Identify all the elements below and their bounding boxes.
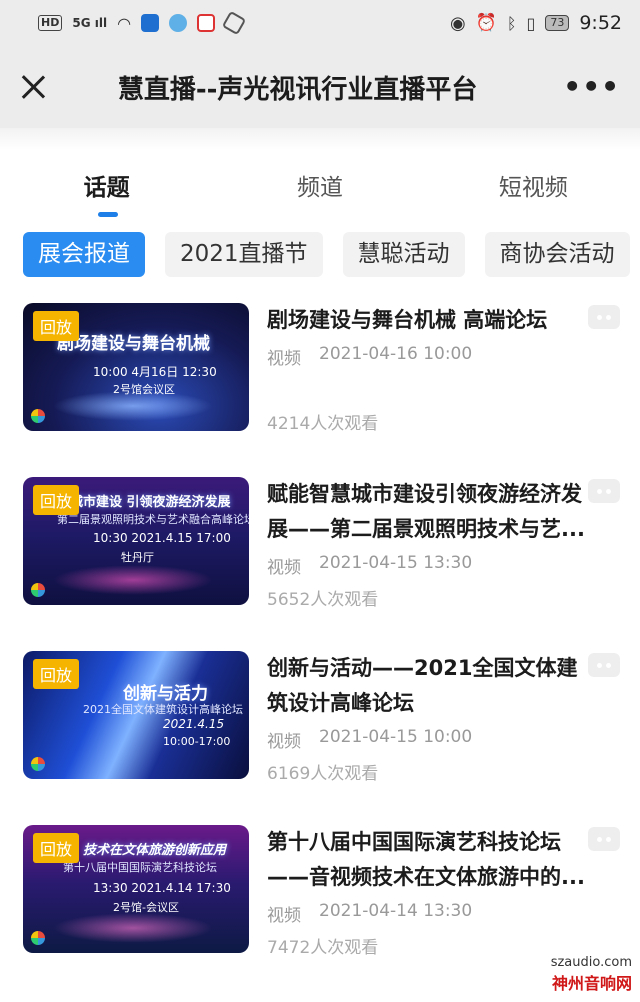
item-menu-button[interactable] [588,653,620,677]
replay-badge: 回放 [33,833,80,863]
app-icon [221,10,247,36]
watermark: szaudio.com 神州音响网 [551,955,632,994]
item-meta: 视频 2021-04-15 10:00 [267,727,590,752]
video-thumbnail[interactable]: 技术在文体旅游创新应用 第十八届中国国际演艺科技论坛 13:30 2021.4.… [23,825,249,953]
item-datetime: 2021-04-15 13:30 [319,553,473,573]
chip-expo-reports[interactable]: 展会报道 [23,232,145,277]
chip-2021-live-festival[interactable]: 2021直播节 [165,232,323,277]
eye-icon: ◉ [450,12,466,34]
item-title[interactable]: 第十八届中国国际演艺科技论坛——音视频技术在文体旅游中的... [267,825,590,895]
thumbnail-headline: 剧场建设与舞台机械 [57,334,210,354]
thumbnail-date: 2021.4.15 [163,717,225,731]
thumbnail-venue: 牡丹厅 [121,551,154,564]
item-menu-button[interactable] [588,305,620,329]
brand-logo [31,757,45,771]
clock: 9:52 [579,12,622,34]
item-views: 7472人次观看 [267,938,379,958]
alarm-icon: ⏰ [475,13,497,33]
more-options-button[interactable]: ••• [563,73,620,101]
tab-short-videos[interactable]: 短视频 [427,168,640,202]
item-info: 赋能智慧城市建设引领夜游经济发展——第二届景观照明技术与艺... 视频 2021… [249,477,640,651]
tab-topics[interactable]: 话题 [0,168,213,202]
thumbnail-venue: 2号馆-会议区 [113,901,179,914]
page-title: 慧直播--声光视讯行业直播平台 [117,74,478,105]
status-right: ◉ ⏰ ᛒ ▯ 73 9:52 [450,12,622,34]
thumbnail-stage-light [53,913,213,943]
item-title[interactable]: 赋能智慧城市建设引领夜游经济发展——第二届景观照明技术与艺... [267,477,590,547]
replay-badge: 回放 [33,659,80,689]
status-bar: HD 5G ıll ◠ ◉ ⏰ ᛒ ▯ 73 9:52 [0,0,640,46]
network-label: 5G [72,16,91,30]
brand-logo [31,931,45,945]
category-chips: 展会报道 2021直播节 慧聪活动 商协会活动 [0,232,640,277]
list-item[interactable]: 剧场建设与舞台机械 10:00 4月16日 12:30 2号馆会议区 回放 剧场… [0,303,640,477]
thumbnail-subtitle: 第二届景观照明技术与艺术融合高峰论坛 [57,513,249,526]
signal-bars: ıll [94,16,108,30]
item-title[interactable]: 创新与活动——2021全国文体建筑设计高峰论坛 [267,651,590,721]
thumbnail-venue: 2号馆会议区 [113,383,175,396]
item-datetime: 2021-04-14 13:30 [319,901,473,921]
chip-association-events[interactable]: 商协会活动 [484,232,630,277]
item-views: 6169人次观看 [267,764,379,784]
app-icon [197,14,216,32]
status-left: HD 5G ıll ◠ [38,10,247,36]
tab-channels[interactable]: 频道 [213,168,426,202]
item-category: 视频 [267,906,301,926]
vibrate-icon: ▯ [526,13,536,33]
video-thumbnail[interactable]: 剧场建设与舞台机械 10:00 4月16日 12:30 2号馆会议区 回放 [23,303,249,431]
hd-icon: HD [38,15,63,31]
app-icon [141,14,160,32]
watermark-name: 神州音响网 [551,974,632,993]
thumbnail-date: 10:00 4月16日 12:30 [93,365,217,379]
item-meta: 视频 2021-04-15 13:30 [267,553,590,578]
close-icon[interactable] [20,73,48,101]
app-icon [169,14,188,32]
thumbnail-headline: 慧城市建设 引领夜游经济发展 [57,495,231,510]
thumbnail-date: 13:30 2021.4.14 17:30 [93,881,231,895]
thumbnail-subtitle: 第十八届中国国际演艺科技论坛 [63,861,217,874]
list-item[interactable]: 技术在文体旅游创新应用 第十八届中国国际演艺科技论坛 13:30 2021.4.… [0,825,640,999]
video-thumbnail[interactable]: 创新与活力 2021全国文体建筑设计高峰论坛 2021.4.15 10:00-1… [23,651,249,779]
list-item[interactable]: 慧城市建设 引领夜游经济发展 第二届景观照明技术与艺术融合高峰论坛 10:30 … [0,477,640,651]
battery-icon: 73 [545,15,570,31]
item-category: 视频 [267,732,301,752]
thumbnail-subtitle: 2021全国文体建筑设计高峰论坛 [83,703,243,716]
signal-icon: 5G ıll [72,16,107,30]
item-menu-button[interactable] [588,479,620,503]
replay-badge: 回放 [33,485,80,515]
replay-badge: 回放 [33,311,80,341]
watermark-url: szaudio.com [550,955,632,970]
thumbnail-venue: 10:00-17:00 [163,735,231,748]
tab-bar: 话题 频道 短视频 [0,150,640,220]
brand-logo [31,583,45,597]
item-info: 剧场建设与舞台机械 高端论坛 视频 2021-04-16 10:00 4214人… [249,303,640,477]
chip-huicong-events[interactable]: 慧聪活动 [342,232,465,277]
item-datetime: 2021-04-15 10:00 [319,727,473,747]
thumbnail-stage-light [53,565,213,595]
item-meta: 视频 2021-04-16 10:00 [267,344,590,369]
title-bar: 慧直播--声光视讯行业直播平台 ••• [0,46,640,128]
video-thumbnail[interactable]: 慧城市建设 引领夜游经济发展 第二届景观照明技术与艺术融合高峰论坛 10:30 … [23,477,249,605]
item-datetime: 2021-04-16 10:00 [319,344,473,364]
item-meta: 视频 2021-04-14 13:30 [267,901,590,926]
item-category: 视频 [267,558,301,578]
item-views: 4214人次观看 [267,414,379,434]
thumbnail-headline: 技术在文体旅游创新应用 [83,843,227,858]
list-item[interactable]: 创新与活力 2021全国文体建筑设计高峰论坛 2021.4.15 10:00-1… [0,651,640,825]
item-views: 5652人次观看 [267,590,379,610]
header-divider [0,128,640,150]
item-menu-button[interactable] [588,827,620,851]
item-title[interactable]: 剧场建设与舞台机械 高端论坛 [267,303,590,338]
tab-indicator [98,212,118,217]
thumbnail-date: 10:30 2021.4.15 17:00 [93,531,231,545]
item-info: 创新与活动——2021全国文体建筑设计高峰论坛 视频 2021-04-15 10… [249,651,640,825]
video-list: 剧场建设与舞台机械 10:00 4月16日 12:30 2号馆会议区 回放 剧场… [0,303,640,999]
item-category: 视频 [267,349,301,369]
brand-logo [31,409,45,423]
wifi-icon: ◠ [117,13,132,33]
bluetooth-icon: ᛒ [506,13,517,33]
